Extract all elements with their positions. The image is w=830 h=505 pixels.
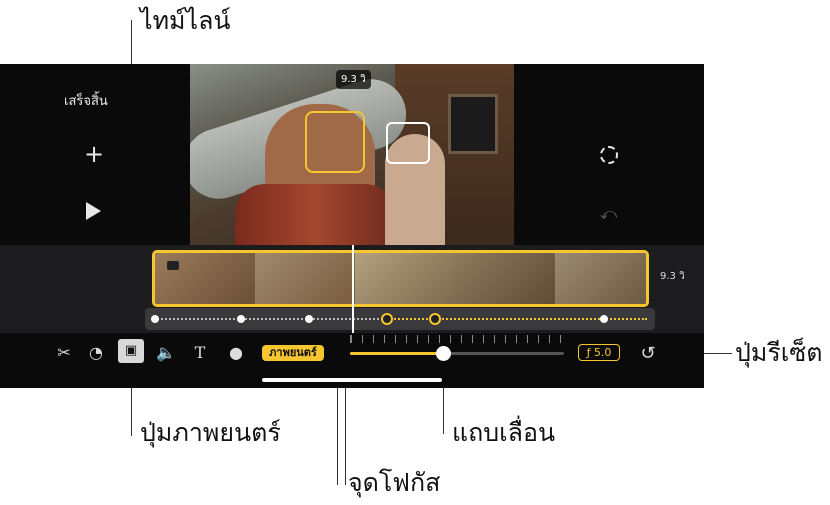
clip-frame: [555, 253, 646, 304]
scissors-icon[interactable]: ✂: [52, 343, 76, 362]
cinematic-button[interactable]: ▣: [118, 339, 144, 363]
toolbar: ✂ ◔ ▣ 🔈 T ● ภาพยนตร์ ƒ 5.0 ↺: [0, 333, 704, 388]
callout-timeline: ไทม์ไลน์: [140, 6, 231, 35]
woman-jacket: [235, 184, 395, 245]
playhead[interactable]: [352, 245, 354, 333]
focus-box-secondary[interactable]: [386, 122, 430, 164]
filters-icon[interactable]: ●: [224, 343, 248, 362]
right-panel: ⤺: [514, 64, 704, 245]
aperture-value[interactable]: ƒ 5.0: [578, 344, 620, 361]
home-indicator: [262, 378, 442, 382]
focus-track[interactable]: [145, 308, 655, 330]
clip-duration: 9.3 วิ: [660, 271, 685, 282]
left-panel: เสร็จสิ้น +: [0, 64, 190, 245]
track-dots-white: [153, 318, 383, 320]
focus-point[interactable]: [151, 315, 159, 323]
video-preview: 9.3 วิ: [190, 64, 514, 245]
cinematic-clip-icon: [167, 261, 179, 270]
callout-slider: แถบเลื่อน: [452, 418, 556, 447]
focus-box-primary[interactable]: [305, 111, 365, 173]
clip-frame: [455, 253, 555, 304]
cabin-window: [448, 94, 498, 154]
done-button[interactable]: เสร็จสิ้น: [64, 90, 108, 111]
settings-icon[interactable]: [600, 146, 618, 164]
aperture-slider-fill: [350, 352, 444, 355]
timeline[interactable]: 9.3 วิ: [0, 245, 704, 333]
editor-screen: เสร็จสิ้น + 9.3 วิ ⤺ 9.3 วิ ✂ ◔ ▣ 🔈 T ● …: [0, 64, 704, 388]
focus-point-selected[interactable]: [429, 313, 441, 325]
reset-icon[interactable]: ↺: [636, 343, 660, 364]
callout-reset-button: ปุ่มรีเซ็ต: [735, 338, 823, 367]
aperture-slider-thumb[interactable]: [436, 346, 451, 361]
aperture-ruler: [350, 335, 564, 343]
play-icon[interactable]: [86, 202, 101, 220]
focus-point[interactable]: [600, 315, 608, 323]
video-clip[interactable]: [152, 250, 649, 307]
callout-cinematic-button: ปุ่มภาพยนตร์: [140, 418, 281, 447]
focus-point[interactable]: [237, 315, 245, 323]
volume-icon[interactable]: 🔈: [154, 343, 178, 362]
speed-icon[interactable]: ◔: [84, 343, 108, 362]
add-icon[interactable]: +: [84, 142, 104, 166]
cinematic-label: ภาพยนตร์: [262, 345, 324, 361]
playhead-time-badge: 9.3 วิ: [336, 70, 371, 89]
focus-point[interactable]: [305, 315, 313, 323]
undo-icon[interactable]: ⤺: [600, 204, 617, 224]
clip-frame: [255, 253, 355, 304]
callout-focus-point: จุดโฟกัส: [348, 468, 441, 497]
clip-frame: [355, 253, 455, 304]
focus-point-selected[interactable]: [381, 313, 393, 325]
text-icon[interactable]: T: [188, 343, 212, 362]
